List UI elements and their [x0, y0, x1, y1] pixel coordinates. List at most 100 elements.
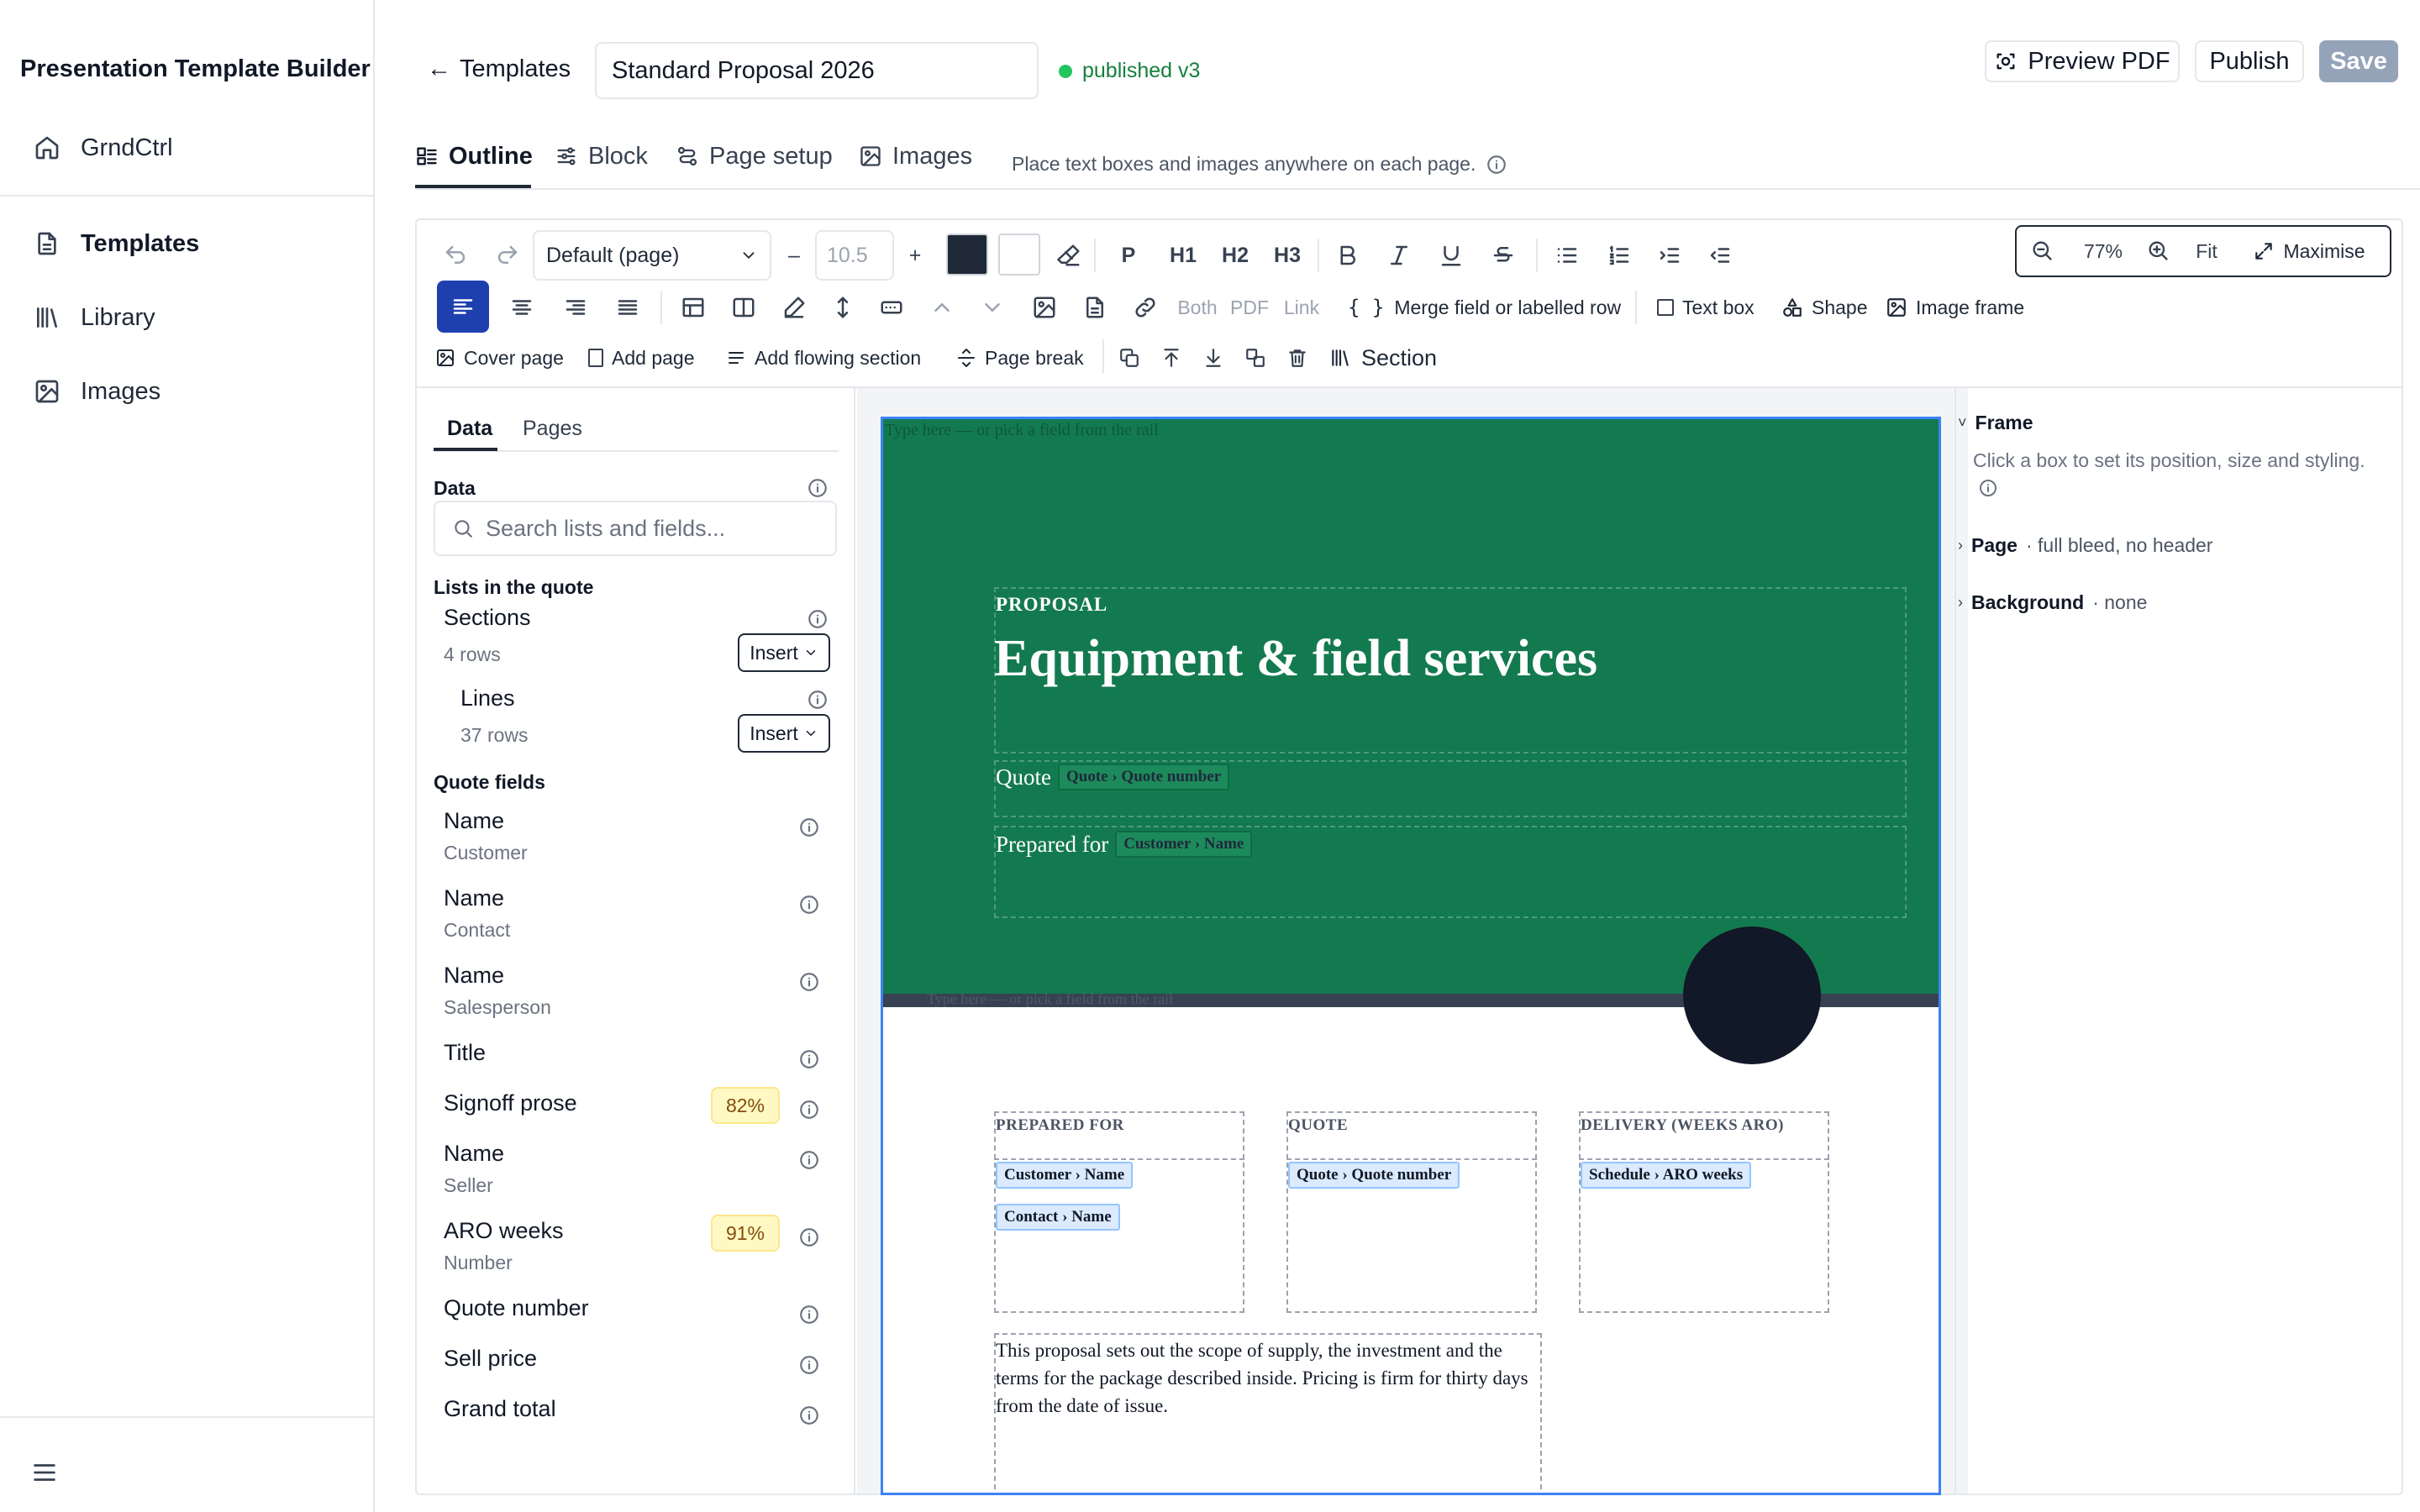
tab-outline[interactable]: Outline [415, 138, 533, 175]
font-size-input[interactable]: 10.5 [815, 230, 894, 281]
shape-button[interactable]: Shape [1781, 282, 1870, 333]
background-section-toggle[interactable]: › Background · none [1958, 591, 2147, 614]
panel-tab-pages[interactable]: Pages [523, 417, 582, 441]
info-icon[interactable] [807, 608, 829, 630]
merge-chip[interactable]: Customer › Name [1115, 831, 1253, 858]
frame-section-toggle[interactable]: ˅ Frame [1958, 412, 2033, 434]
strikethrough-button[interactable] [1482, 230, 1524, 281]
panel-tab-data[interactable]: Data [447, 417, 492, 441]
maximise-button[interactable]: Maximise [2233, 227, 2385, 276]
move-up-button[interactable] [921, 282, 963, 333]
align-right-button[interactable] [555, 282, 597, 333]
cover-page-button[interactable]: Cover page [435, 333, 573, 383]
bold-button[interactable] [1326, 230, 1368, 281]
columns-button[interactable] [723, 282, 765, 333]
info-icon[interactable] [798, 1404, 820, 1426]
undo-button[interactable] [439, 230, 472, 281]
sidebar-item-library[interactable]: Library [34, 299, 155, 336]
tab-images[interactable]: Images [859, 138, 972, 175]
info-icon[interactable] [798, 894, 820, 916]
workspace-item[interactable]: GrndCtrl [34, 129, 173, 166]
info-icon[interactable] [798, 971, 820, 993]
section-button[interactable]: Section [1329, 333, 1464, 383]
info-icon[interactable] [798, 1226, 820, 1248]
zoom-in-button[interactable] [2138, 227, 2180, 276]
info-icon[interactable] [1978, 478, 1998, 498]
save-button[interactable]: Save [2319, 40, 2398, 82]
field-name[interactable]: Sell price [444, 1346, 537, 1372]
template-page[interactable]: Type here — or pick a field from the rai… [881, 417, 1941, 1495]
decorative-circle[interactable] [1683, 927, 1821, 1064]
back-to-templates-link[interactable]: ← Templates [427, 55, 571, 83]
table-button[interactable] [672, 282, 714, 333]
duplicate-button[interactable] [1111, 333, 1148, 383]
draw-button[interactable] [773, 282, 815, 333]
info-icon[interactable] [798, 1354, 820, 1376]
fill-color-swatch[interactable] [998, 234, 1040, 276]
delivery-column[interactable] [1579, 1111, 1829, 1313]
bar-text-placeholder[interactable]: Type here — or pick a field from the rai… [927, 990, 1173, 1008]
indent-button[interactable] [1649, 230, 1691, 281]
field-name[interactable]: Name [444, 1141, 504, 1167]
info-icon[interactable] [798, 1304, 820, 1326]
numbered-list-button[interactable] [1598, 230, 1640, 281]
insert-lines-button[interactable]: Insert [738, 714, 830, 753]
link-mode-link[interactable]: Link [1281, 282, 1323, 333]
page-break-button[interactable]: Page break [956, 333, 1099, 383]
page-section-toggle[interactable]: › Page · full bleed, no header [1958, 534, 2212, 557]
paragraph-button[interactable]: P [1107, 230, 1150, 281]
outdent-button[interactable] [1699, 230, 1741, 281]
underline-button[interactable] [1430, 230, 1472, 281]
link-mode-both[interactable]: Both [1171, 282, 1223, 333]
link-mode-pdf[interactable]: PDF [1228, 282, 1270, 333]
insert-document-button[interactable] [1074, 282, 1116, 333]
insert-image-button[interactable] [1023, 282, 1065, 333]
redo-button[interactable] [491, 230, 524, 281]
zoom-out-button[interactable] [2017, 227, 2069, 276]
field-name[interactable]: Name [444, 963, 504, 989]
align-left-button[interactable] [437, 281, 489, 333]
bullet-list-button[interactable] [1546, 230, 1588, 281]
insert-sections-button[interactable]: Insert [738, 633, 830, 672]
spacing-button[interactable] [822, 282, 864, 333]
delete-button[interactable] [1279, 333, 1316, 383]
menu-icon[interactable] [30, 1458, 59, 1487]
zoom-fit-button[interactable]: Fit [2180, 227, 2233, 276]
align-center-button[interactable] [501, 282, 543, 333]
field-name[interactable]: Title [444, 1040, 486, 1066]
move-to-bottom-button[interactable] [1195, 333, 1232, 383]
info-icon[interactable] [798, 1048, 820, 1070]
sidebar-item-templates[interactable]: Templates [34, 225, 199, 262]
group-button[interactable] [1237, 333, 1274, 383]
field-name[interactable]: Grand total [444, 1396, 556, 1422]
h3-button[interactable]: H3 [1264, 230, 1311, 281]
style-select[interactable]: Default (page) [533, 230, 771, 281]
h2-button[interactable]: H2 [1212, 230, 1259, 281]
template-name-input[interactable] [595, 42, 1039, 99]
font-size-increase[interactable]: + [902, 230, 928, 281]
search-input[interactable]: Search lists and fields... [434, 501, 837, 556]
merge-field-button[interactable]: { } Merge field or labelled row [1348, 282, 1625, 333]
info-icon[interactable] [807, 689, 829, 711]
add-page-button[interactable]: Add page [588, 333, 711, 383]
clear-format-button[interactable] [1052, 230, 1086, 281]
cover-text-placeholder[interactable]: Type here — or pick a field from the rai… [885, 421, 1159, 440]
info-icon[interactable] [807, 477, 829, 499]
merge-chip[interactable]: Quote › Quote number [1057, 764, 1230, 790]
sidebar-item-images[interactable]: Images [34, 373, 160, 410]
h1-button[interactable]: H1 [1160, 230, 1207, 281]
publish-button[interactable]: Publish [2195, 40, 2304, 82]
text-box-button[interactable]: Text box [1657, 282, 1766, 333]
insert-link-button[interactable] [1124, 282, 1166, 333]
field-name[interactable]: ARO weeks [444, 1218, 564, 1244]
field-name[interactable]: Quote number [444, 1295, 589, 1321]
info-icon[interactable] [798, 816, 820, 838]
add-flowing-section-button[interactable]: Add flowing section [726, 333, 946, 383]
font-size-decrease[interactable]: – [781, 230, 807, 281]
field-name[interactable]: Name [444, 885, 504, 911]
merge-chip[interactable]: Contact › Name [996, 1204, 1120, 1231]
input-field-button[interactable] [871, 282, 913, 333]
field-name[interactable]: Signoff prose [444, 1090, 577, 1116]
image-frame-button[interactable]: Image frame [1886, 282, 2037, 333]
italic-button[interactable] [1378, 230, 1420, 281]
